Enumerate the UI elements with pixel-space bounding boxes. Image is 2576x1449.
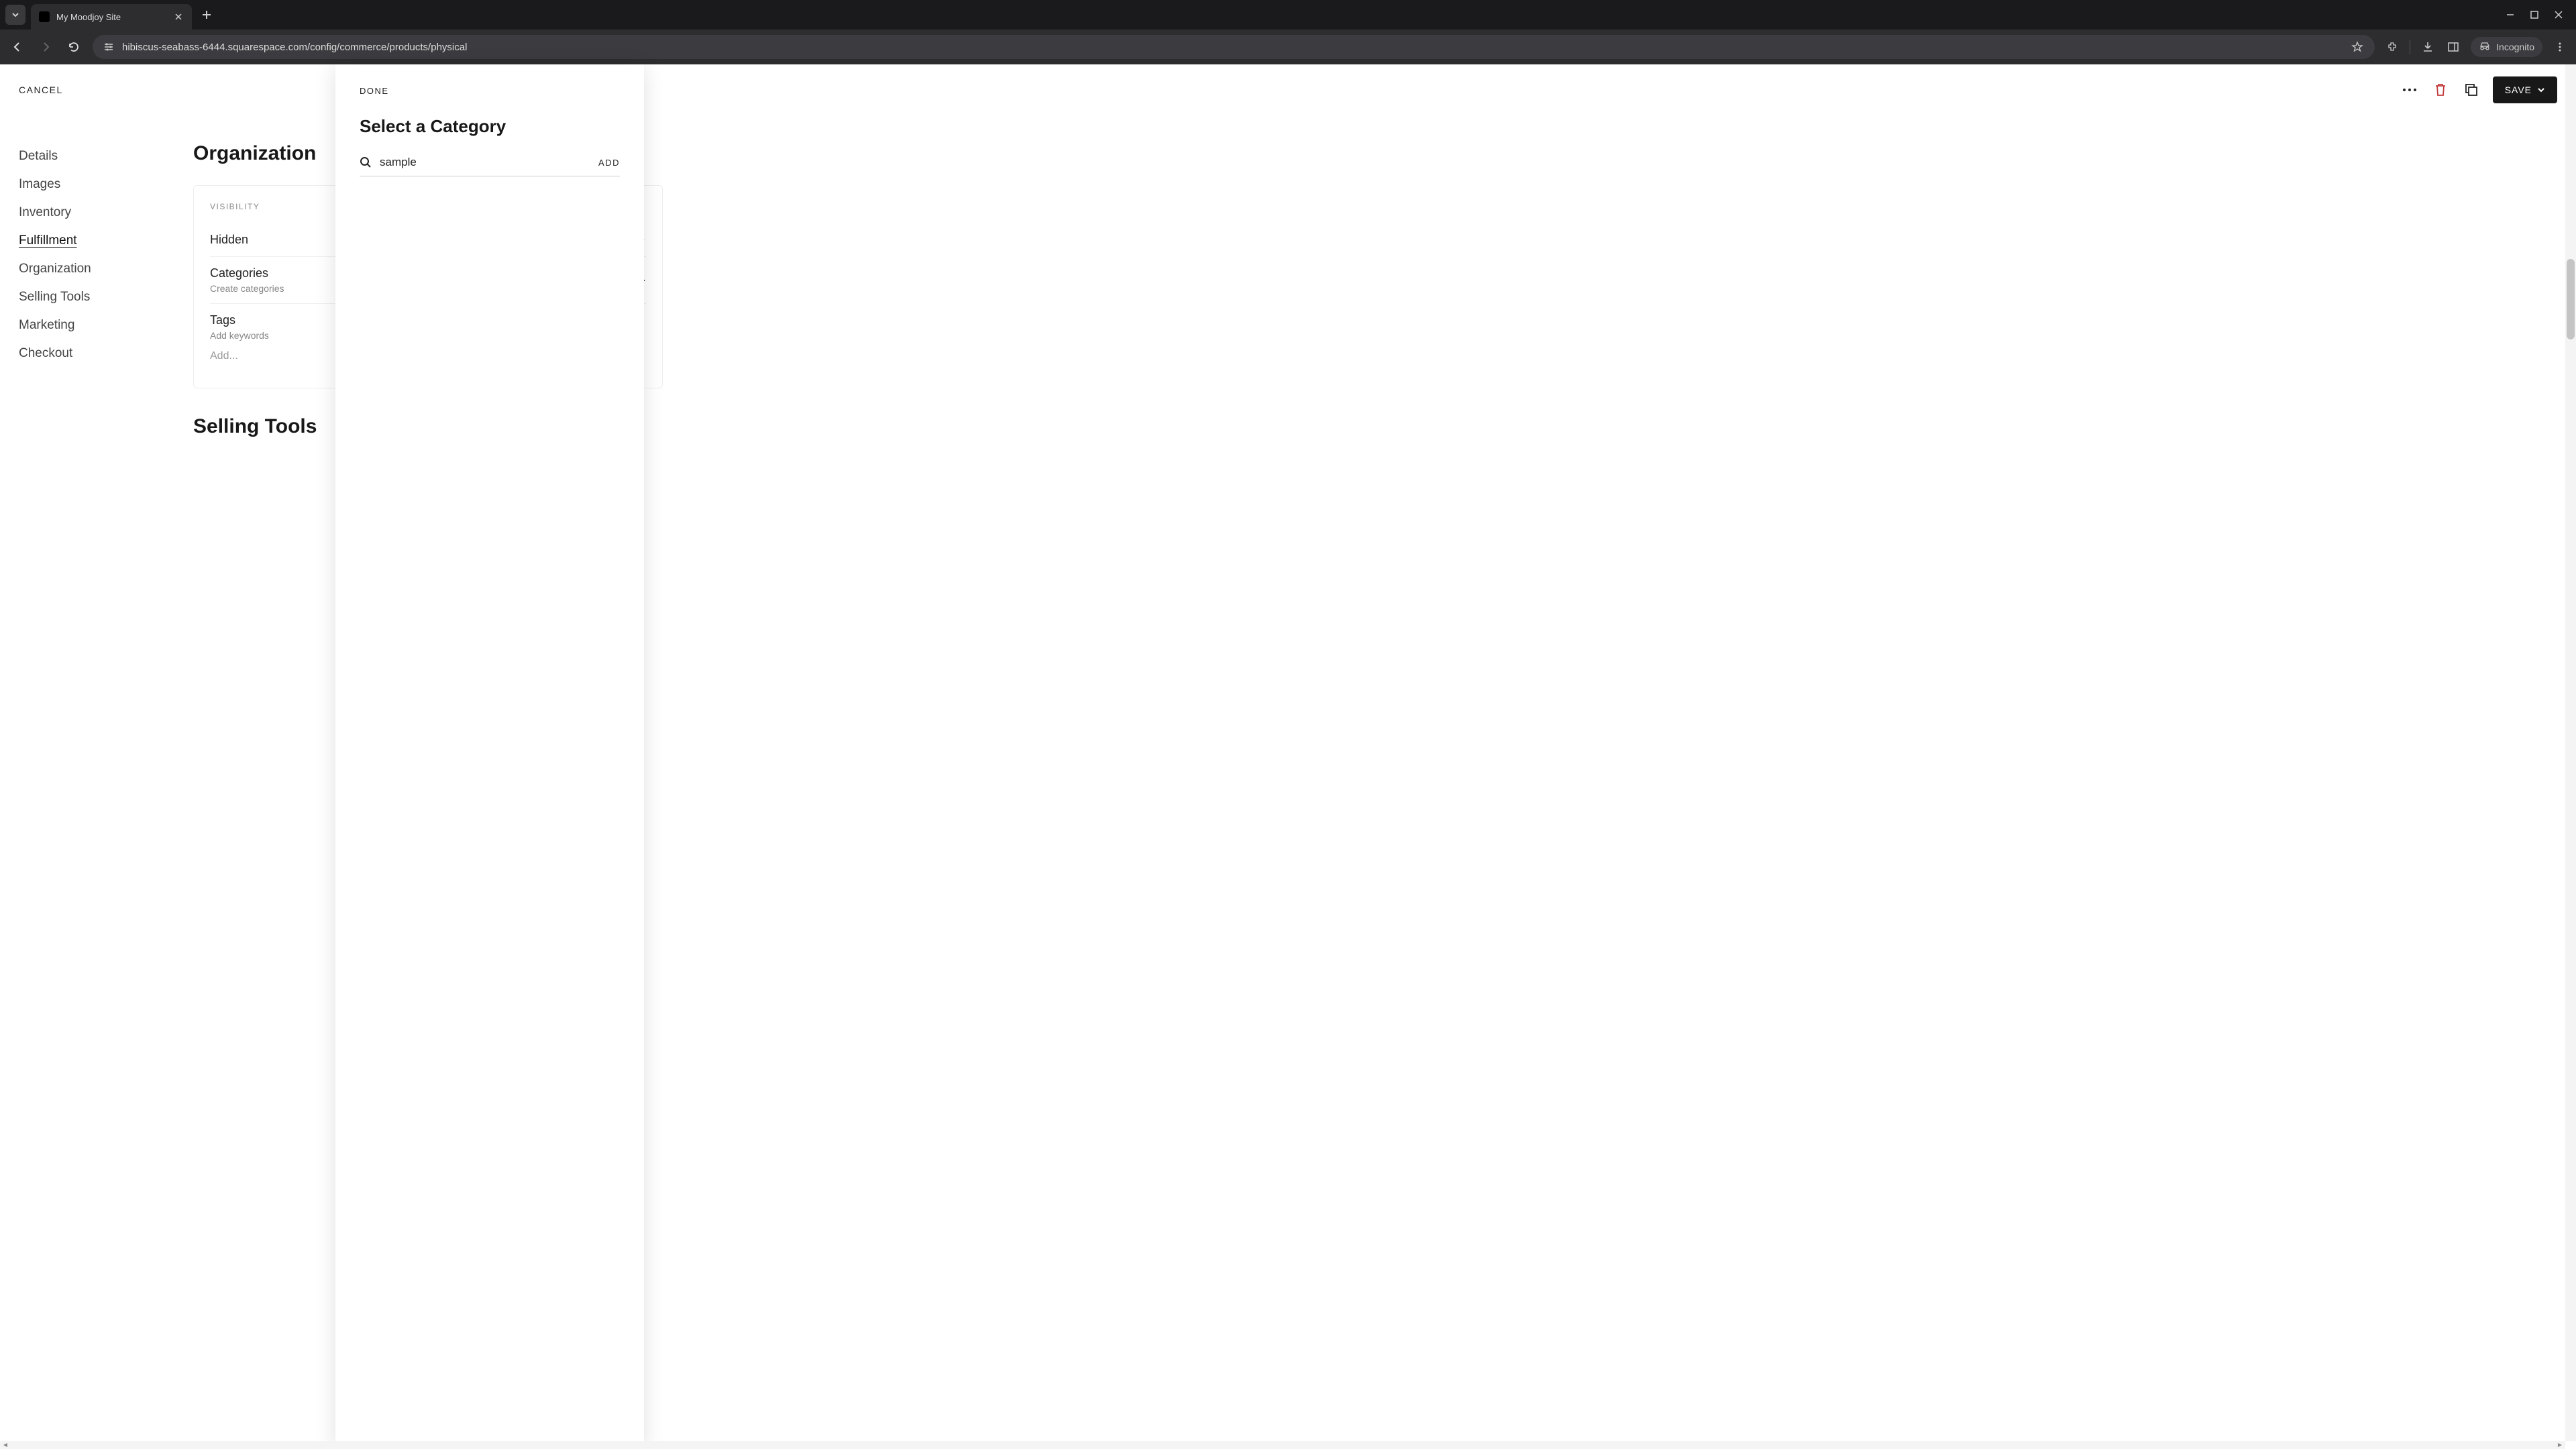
sidebar-item-selling-tools[interactable]: Selling Tools (19, 283, 153, 311)
cancel-button[interactable]: CANCEL (19, 85, 63, 95)
horizontal-scrollbar[interactable]: ◄ ► (0, 1441, 2565, 1449)
modal-done-button[interactable]: DONE (360, 86, 620, 96)
sidebar-item-fulfillment[interactable]: Fulfillment (19, 227, 153, 255)
reload-button[interactable] (64, 38, 83, 56)
sidebar-item-details[interactable]: Details (19, 142, 153, 170)
window-controls (2506, 11, 2571, 19)
save-button[interactable]: SAVE (2493, 76, 2557, 103)
back-button[interactable] (8, 38, 27, 56)
app-page: CANCEL SAVE Details Images Inventory Ful… (0, 64, 2576, 1449)
downloads-button[interactable] (2420, 39, 2436, 55)
window-maximize-button[interactable] (2530, 11, 2538, 19)
url-bar[interactable]: hibiscus-seabass-6444.squarespace.com/co… (93, 35, 2375, 59)
category-search-row: ADD (360, 156, 620, 176)
sidebar-item-organization[interactable]: Organization (19, 255, 153, 283)
category-search-input[interactable] (380, 156, 590, 169)
browser-tab[interactable]: My Moodjoy Site (31, 4, 192, 30)
modal-title: Select a Category (360, 116, 620, 137)
new-tab-button[interactable] (197, 5, 216, 24)
side-panel-button[interactable] (2445, 39, 2461, 55)
chevron-down-icon (11, 11, 19, 19)
plus-icon (202, 10, 211, 19)
browser-chrome: My Moodjoy Site hibiscus-seabass (0, 0, 2576, 64)
copy-icon (2464, 83, 2479, 97)
tune-icon (103, 42, 114, 52)
extensions-button[interactable] (2384, 39, 2400, 55)
tab-favicon (39, 11, 50, 22)
visibility-value: Hidden (210, 233, 248, 247)
download-icon (2422, 41, 2434, 53)
tab-strip: My Moodjoy Site (0, 0, 2576, 30)
select-category-modal: DONE Select a Category ADD (335, 64, 644, 1449)
ellipsis-icon (2402, 88, 2417, 92)
url-text: hibiscus-seabass-6444.squarespace.com/co… (122, 42, 2343, 53)
sidebar-item-inventory[interactable]: Inventory (19, 199, 153, 227)
add-category-confirm-button[interactable]: ADD (598, 158, 620, 168)
star-icon (2351, 41, 2363, 53)
search-icon (360, 156, 372, 168)
forward-button[interactable] (36, 38, 55, 56)
minimize-icon (2506, 11, 2514, 19)
tab-close-button[interactable] (173, 11, 184, 22)
panel-icon (2447, 41, 2459, 53)
incognito-icon (2479, 41, 2491, 53)
arrow-left-icon (11, 41, 23, 53)
trash-icon (2434, 83, 2447, 97)
window-close-button[interactable] (2555, 11, 2563, 19)
browser-toolbar: hibiscus-seabass-6444.squarespace.com/co… (0, 30, 2576, 64)
incognito-indicator[interactable]: Incognito (2471, 37, 2542, 57)
bookmark-button[interactable] (2349, 39, 2365, 55)
incognito-label: Incognito (2496, 42, 2534, 52)
maximize-icon (2530, 11, 2538, 19)
kebab-icon (2555, 42, 2565, 52)
vertical-scrollbar[interactable] (2565, 64, 2576, 1441)
more-options-button[interactable] (2400, 80, 2419, 99)
duplicate-button[interactable] (2462, 80, 2481, 99)
reload-icon (68, 41, 80, 53)
tab-title: My Moodjoy Site (56, 12, 166, 22)
delete-button[interactable] (2431, 80, 2450, 99)
window-minimize-button[interactable] (2506, 11, 2514, 19)
puzzle-icon (2386, 41, 2398, 53)
arrow-right-icon (40, 41, 52, 53)
browser-menu-button[interactable] (2552, 39, 2568, 55)
site-settings-icon[interactable] (102, 40, 115, 54)
close-icon (175, 13, 182, 20)
scroll-thumb[interactable] (2567, 259, 2575, 339)
scroll-left-arrow[interactable]: ◄ (0, 1441, 11, 1449)
sidebar: Details Images Inventory Fulfillment Org… (19, 115, 153, 1446)
toolbar-right: Incognito (2384, 37, 2568, 57)
save-button-label: SAVE (2505, 85, 2532, 95)
sidebar-item-marketing[interactable]: Marketing (19, 311, 153, 339)
chevron-down-icon (2537, 86, 2545, 94)
sidebar-item-images[interactable]: Images (19, 170, 153, 199)
header-actions: SAVE (2400, 76, 2557, 103)
scroll-right-arrow[interactable]: ► (2555, 1441, 2565, 1449)
tab-search-dropdown[interactable] (5, 5, 25, 25)
close-icon (2555, 11, 2563, 19)
sidebar-item-checkout[interactable]: Checkout (19, 339, 153, 368)
